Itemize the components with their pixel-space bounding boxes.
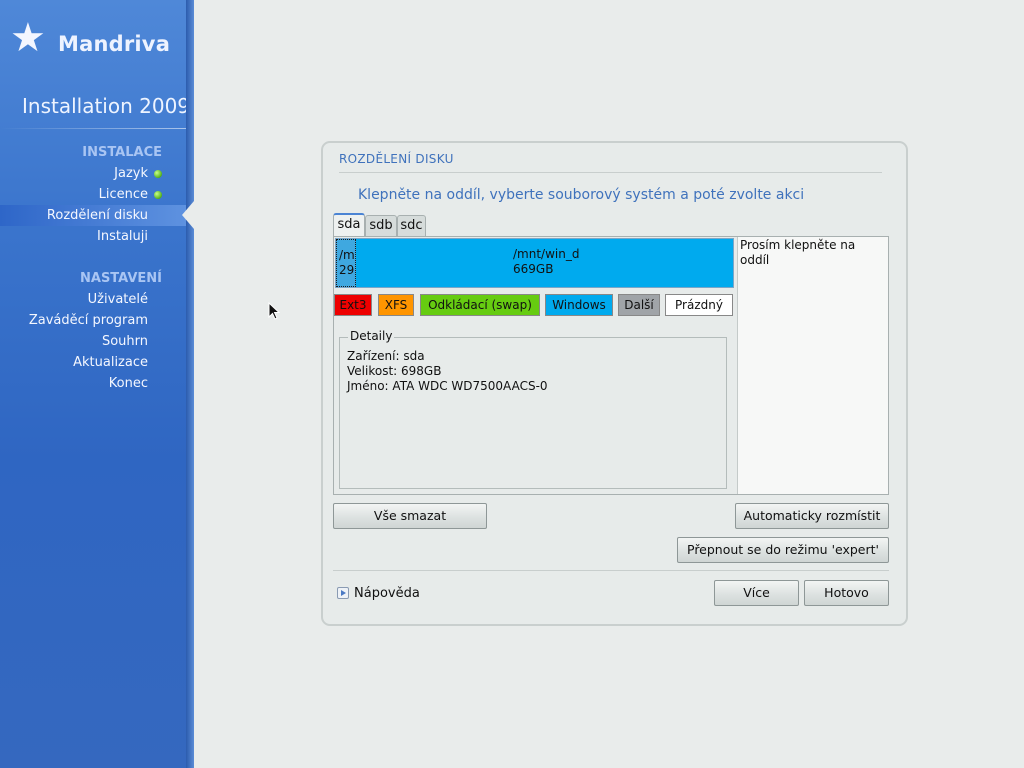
sidebar-item-jazyk: Jazyk (0, 163, 186, 184)
sidebar-item-souhrn: Souhrn (0, 331, 186, 352)
mouse-cursor-icon (268, 302, 280, 320)
star-icon: ★ (10, 15, 46, 61)
sidebar-item-uzivatele: Uživatelé (0, 289, 186, 310)
tab-sdc[interactable]: sdc (397, 215, 426, 236)
sidebar-item-label: Konec (108, 376, 148, 391)
title-divider (339, 172, 882, 173)
legend-xfs[interactable]: XFS (378, 294, 414, 316)
partition-bar: /m 29 /mnt/win_d 669GB (335, 238, 734, 288)
dialog-title: ROZDĚLENÍ DISKU (339, 152, 454, 166)
clear-all-button[interactable]: Vše smazat (333, 503, 487, 529)
sidebar-item-label: Zaváděcí program (28, 313, 148, 328)
tab-sdb[interactable]: sdb (365, 215, 397, 236)
step-done-icon (154, 191, 162, 199)
auto-allocate-button[interactable]: Automaticky rozmístit (735, 503, 889, 529)
instruction-text: Klepněte na oddíl, vyberte souborový sys… (358, 187, 805, 203)
active-step-pointer (182, 201, 194, 229)
expert-mode-button[interactable]: Přepnout se do režimu 'expert' (677, 537, 889, 563)
partition-size: 669GB (513, 262, 554, 276)
sidebar-item-zavadeci-program: Zaváděcí program (0, 310, 186, 331)
help-label: Nápověda (354, 586, 420, 601)
sidebar-item-instaluji: Instaluji (0, 226, 186, 247)
partition-mount: /mnt/win_d (513, 247, 580, 261)
tab-sda[interactable]: sda (333, 213, 365, 237)
hint-panel: Prosím klepněte na oddíl (737, 237, 888, 494)
detail-name: Jméno: ATA WDC WD7500AACS-0 (347, 379, 548, 393)
installation-title: Installation 2009 (22, 94, 191, 118)
tab-panel-sda: /m 29 /mnt/win_d 669GB Ext3 XFS Odkládac… (333, 236, 889, 495)
detail-device: Zařízení: sda (347, 349, 425, 363)
section-title-nastaveni: NASTAVENÍ (80, 271, 162, 286)
sidebar-item-label: Uživatelé (87, 292, 148, 307)
legend-prazdny[interactable]: Prázdný (665, 294, 733, 316)
step-done-icon (154, 170, 162, 178)
partition-win-d[interactable]: /mnt/win_d 669GB (358, 239, 733, 287)
legend-ext3[interactable]: Ext3 (334, 294, 372, 316)
detail-size: Velikost: 698GB (347, 364, 442, 378)
logo-text: Mandriva (58, 32, 171, 56)
legend-dalsi[interactable]: Další (618, 294, 660, 316)
sidebar-item-rozdeleni-disku: Rozdělení disku (0, 205, 186, 226)
details-label: Detaily (348, 329, 395, 343)
sidebar-divider (0, 128, 186, 129)
sidebar: ★ Mandriva Installation 2009 INSTALACE J… (0, 0, 192, 768)
mandriva-logo: ★ Mandriva (10, 18, 180, 62)
sidebar-edge (186, 0, 194, 768)
sidebar-item-licence: Licence (0, 184, 186, 205)
sidebar-item-label: Instaluji (97, 229, 148, 244)
partitioning-dialog: ROZDĚLENÍ DISKU Klepněte na oddíl, vyber… (321, 141, 908, 626)
done-button[interactable]: Hotovo (804, 580, 889, 606)
sidebar-item-label: Jazyk (114, 166, 148, 181)
help-toggle[interactable]: Nápověda (337, 585, 420, 603)
partition-size: 29 (339, 263, 355, 277)
partition-win-c[interactable]: /m 29 (336, 239, 356, 287)
sidebar-item-label: Licence (98, 187, 148, 202)
legend-swap[interactable]: Odkládací (swap) (420, 294, 540, 316)
sidebar-item-label: Aktualizace (73, 355, 148, 370)
expand-arrow-icon (337, 587, 349, 599)
sidebar-item-label: Souhrn (101, 334, 148, 349)
sidebar-item-aktualizace: Aktualizace (0, 352, 186, 373)
more-button[interactable]: Více (714, 580, 799, 606)
partition-mount: /m (339, 248, 355, 262)
section-title-instalace: INSTALACE (82, 145, 162, 160)
sidebar-item-konec: Konec (0, 373, 186, 394)
bottom-divider (333, 570, 889, 571)
sidebar-item-label: Rozdělení disku (46, 208, 148, 223)
details-group: Detaily Zařízení: sda Velikost: 698GB Jm… (339, 329, 727, 489)
legend-windows[interactable]: Windows (545, 294, 613, 316)
